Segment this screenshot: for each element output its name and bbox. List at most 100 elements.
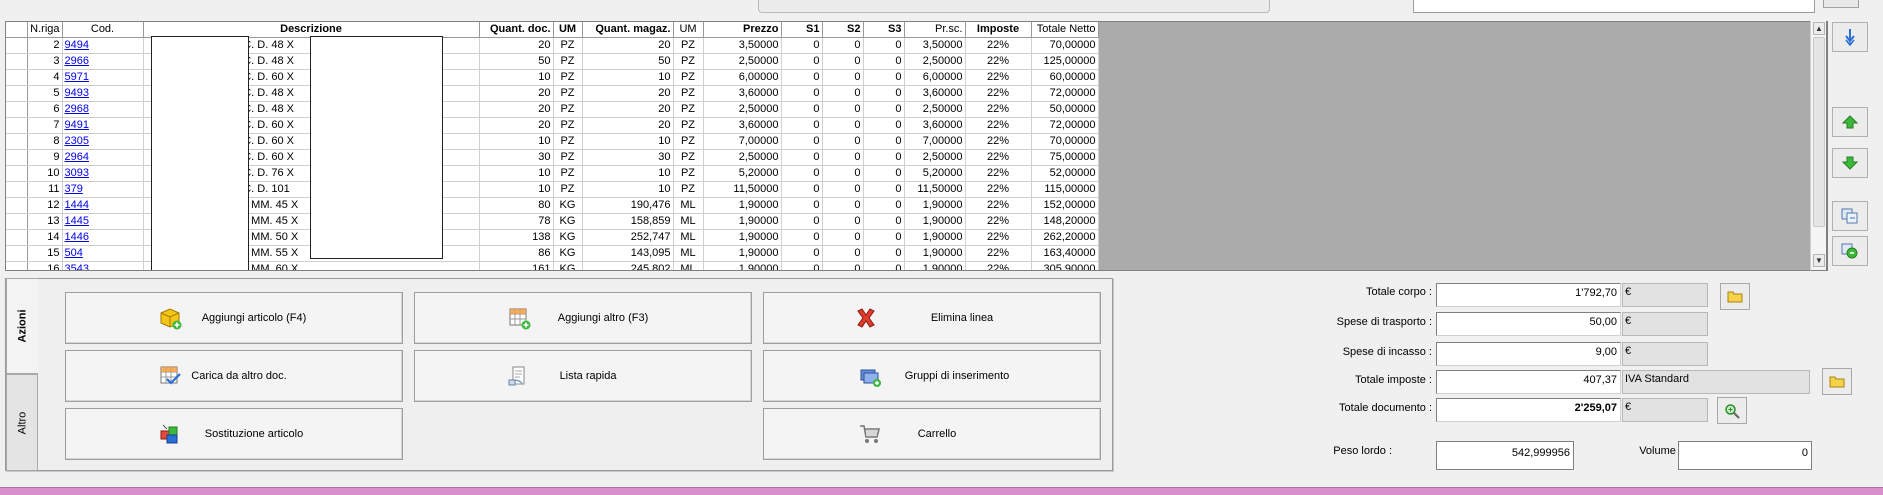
table-cell[interactable]: PZ [673, 117, 704, 134]
add-other-button[interactable]: Aggiungi altro (F3) [414, 292, 752, 344]
tab-azioni[interactable]: Azioni [6, 278, 38, 374]
table-cell[interactable]: KG [553, 197, 583, 214]
table-cell[interactable]: 20 [582, 117, 674, 134]
table-cell[interactable]: 10 [479, 181, 554, 198]
table-cell[interactable]: 0 [863, 213, 905, 230]
article-code-link[interactable]: 2966 [65, 55, 89, 67]
table-cell[interactable]: 1444 [62, 197, 144, 214]
total-body-field[interactable]: 1'792,70 [1436, 283, 1621, 307]
table-cell[interactable]: 3,50000 [904, 37, 966, 54]
row-indicator[interactable] [6, 229, 28, 246]
table-cell[interactable]: 15 [27, 245, 63, 262]
tab-altro[interactable]: Altro [6, 374, 38, 471]
scroll-down-arrow-icon[interactable]: ▼ [1813, 254, 1825, 267]
table-cell[interactable]: 115,00000 [1031, 181, 1099, 198]
table-cell[interactable]: 9493 [62, 85, 144, 102]
table-cell[interactable]: KG [553, 229, 583, 246]
table-cell[interactable]: PZ [553, 85, 583, 102]
table-cell[interactable]: 0 [863, 165, 905, 182]
article-code-link[interactable]: 9494 [65, 39, 89, 51]
table-cell[interactable]: 10 [582, 133, 674, 150]
document-total-zoom-button[interactable] [1717, 397, 1747, 424]
article-code-link[interactable]: 3093 [65, 167, 89, 179]
column-header[interactable]: S2 [822, 22, 864, 38]
move-down-button[interactable] [1832, 148, 1868, 178]
table-cell[interactable]: 22% [965, 133, 1032, 150]
table-cell[interactable]: 16 [27, 261, 63, 270]
table-cell[interactable]: 52,00000 [1031, 165, 1099, 182]
table-cell[interactable]: 3,60000 [703, 85, 782, 102]
table-cell[interactable]: 0 [822, 197, 864, 214]
table-cell[interactable]: 1,90000 [904, 261, 966, 270]
scrollbar-thumb[interactable] [1813, 37, 1825, 227]
table-cell[interactable]: 22% [965, 245, 1032, 262]
table-cell[interactable]: 22% [965, 69, 1032, 86]
table-cell[interactable]: 148,20000 [1031, 213, 1099, 230]
column-header[interactable] [6, 22, 28, 38]
table-cell[interactable]: 0 [781, 101, 823, 118]
table-cell[interactable]: 60,00000 [1031, 69, 1099, 86]
transport-costs-field[interactable]: 50,00 [1436, 312, 1621, 336]
table-cell[interactable]: 1,90000 [904, 229, 966, 246]
table-cell[interactable]: 0 [863, 133, 905, 150]
table-cell[interactable]: 0 [822, 85, 864, 102]
table-cell[interactable]: 9491 [62, 117, 144, 134]
table-cell[interactable]: 0 [822, 101, 864, 118]
table-cell[interactable]: PZ [553, 165, 583, 182]
article-code-link[interactable]: 379 [65, 183, 83, 195]
table-cell[interactable]: 0 [822, 69, 864, 86]
table-cell[interactable]: 0 [822, 53, 864, 70]
move-up-button[interactable] [1832, 107, 1868, 137]
row-indicator[interactable] [6, 133, 28, 150]
table-cell[interactable]: 8 [27, 133, 63, 150]
table-cell[interactable]: 0 [822, 117, 864, 134]
table-cell[interactable]: 22% [965, 165, 1032, 182]
column-header[interactable]: UM [673, 22, 704, 38]
table-cell[interactable]: PZ [673, 85, 704, 102]
article-code-link[interactable]: 1444 [65, 199, 89, 211]
table-cell[interactable]: 0 [822, 133, 864, 150]
table-cell[interactable]: 10 [479, 133, 554, 150]
column-header[interactable]: Quant. doc. [479, 22, 554, 38]
table-cell[interactable]: 50,00000 [1031, 101, 1099, 118]
table-cell[interactable]: 0 [822, 261, 864, 270]
move-to-bottom-button[interactable] [1832, 22, 1868, 52]
table-cell[interactable]: PZ [553, 101, 583, 118]
table-cell[interactable]: PZ [673, 165, 704, 182]
table-cell[interactable]: 3,60000 [904, 117, 966, 134]
table-cell[interactable]: ML [673, 213, 704, 230]
table-cell[interactable]: 190,476 [582, 197, 674, 214]
table-cell[interactable]: KG [553, 245, 583, 262]
table-cell[interactable]: 1,90000 [703, 197, 782, 214]
row-indicator[interactable] [6, 165, 28, 182]
table-cell[interactable]: 0 [863, 149, 905, 166]
total-taxes-folder-button[interactable] [1822, 368, 1852, 395]
table-cell[interactable]: 30 [582, 149, 674, 166]
table-cell[interactable]: PZ [553, 149, 583, 166]
table-cell[interactable]: 80 [479, 197, 554, 214]
table-cell[interactable]: 2305 [62, 133, 144, 150]
table-cell[interactable]: 50 [479, 53, 554, 70]
table-cell[interactable]: 22% [965, 101, 1032, 118]
table-cell[interactable]: 2 [27, 37, 63, 54]
volume-field[interactable]: 0 [1678, 441, 1812, 470]
article-code-link[interactable]: 2968 [65, 103, 89, 115]
column-header[interactable]: Imposte [965, 22, 1032, 38]
table-cell[interactable]: 78 [479, 213, 554, 230]
table-cell[interactable]: 2,50000 [904, 53, 966, 70]
table-cell[interactable]: 10 [582, 165, 674, 182]
table-cell[interactable]: 0 [863, 197, 905, 214]
table-cell[interactable]: PZ [553, 69, 583, 86]
table-cell[interactable]: ML [673, 261, 704, 270]
table-cell[interactable]: 0 [822, 149, 864, 166]
table-cell[interactable]: 75,00000 [1031, 149, 1099, 166]
table-cell[interactable]: 252,747 [582, 229, 674, 246]
article-code-link[interactable]: 1446 [65, 231, 89, 243]
table-cell[interactable]: 4 [27, 69, 63, 86]
table-cell[interactable]: 158,859 [582, 213, 674, 230]
table-cell[interactable]: 10 [582, 181, 674, 198]
table-cell[interactable]: 3093 [62, 165, 144, 182]
table-cell[interactable]: 22% [965, 37, 1032, 54]
table-cell[interactable]: 0 [822, 165, 864, 182]
table-cell[interactable]: 72,00000 [1031, 117, 1099, 134]
